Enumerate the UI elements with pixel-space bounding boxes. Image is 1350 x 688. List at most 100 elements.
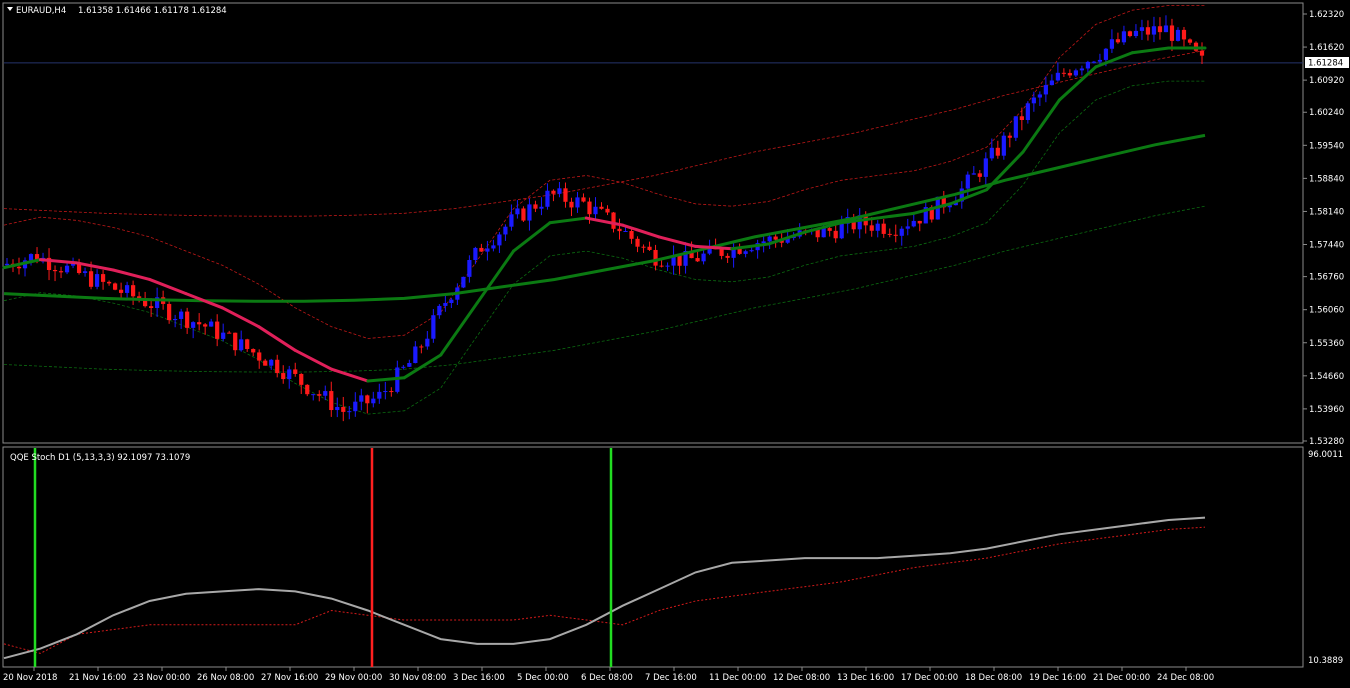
symbol-header[interactable]: EURAUD,H4 1.61358 1.61466 1.61178 1.6128…: [7, 6, 227, 16]
candle-body: [131, 285, 136, 297]
candle-body: [743, 251, 748, 254]
candle-body: [341, 407, 346, 412]
candle-body: [659, 265, 664, 267]
candle-body: [365, 395, 370, 404]
price-tick-label: 1.58840: [1309, 174, 1344, 184]
time-tick-label: 5 Dec 00:00: [517, 673, 569, 683]
candle-body: [839, 223, 844, 239]
candle-body: [527, 204, 532, 221]
candle-body: [1169, 25, 1175, 41]
price-tick-label: 1.54660: [1309, 372, 1344, 382]
candle-body: [257, 352, 262, 361]
time-tick-label: 23 Nov 00:00: [133, 673, 190, 683]
candle-body: [617, 228, 622, 232]
candle-body: [275, 359, 280, 374]
candle-body: [329, 391, 334, 411]
candle-body: [509, 214, 514, 227]
candle-body: [557, 188, 562, 194]
candle-body: [413, 346, 418, 364]
candle-body: [701, 253, 706, 262]
ohlc-label: 1.61358 1.61466 1.61178 1.61284: [78, 6, 227, 16]
candle-body: [677, 255, 682, 266]
candle-body: [293, 369, 298, 374]
candle-body: [1175, 29, 1181, 41]
time-tick-label: 24 Dec 08:00: [1157, 673, 1214, 683]
time-tick-label: 13 Dec 16:00: [837, 673, 894, 683]
candle-body: [371, 398, 376, 404]
candle-body: [725, 255, 730, 258]
candle-body: [82, 271, 88, 274]
candle-body: [1145, 27, 1151, 35]
candle-body: [1061, 72, 1066, 74]
candle-body: [1037, 94, 1042, 98]
candle-body: [419, 346, 424, 348]
candle-body: [539, 206, 544, 209]
candle-body: [1133, 30, 1139, 37]
candle-body: [611, 212, 616, 229]
price-tick-label: 1.56060: [1309, 306, 1344, 316]
candle-body: [251, 349, 256, 353]
candle-body: [311, 394, 316, 396]
candle-body: [233, 332, 238, 351]
candle-body: [209, 321, 214, 327]
price-tick-label: 1.56760: [1309, 273, 1344, 283]
candle-body: [299, 373, 304, 385]
candle-body: [599, 206, 604, 209]
candle-body: [4, 263, 10, 266]
candle-body: [917, 220, 922, 224]
candle-body: [629, 231, 634, 239]
candle-body: [587, 201, 592, 215]
candle-body: [521, 208, 526, 221]
price-tick-label: 1.61620: [1309, 43, 1344, 53]
candle-body: [821, 228, 826, 238]
candle-body: [269, 359, 274, 366]
candle-body: [28, 254, 34, 261]
candle-body: [407, 363, 412, 367]
candle-body: [173, 318, 178, 321]
candle-body: [575, 197, 580, 208]
candle-body: [215, 321, 220, 339]
candle-body: [767, 236, 772, 242]
time-tick-label: 19 Dec 16:00: [1029, 673, 1086, 683]
candle-body: [1163, 25, 1169, 33]
candle-body: [58, 271, 64, 273]
price-tick-label: 1.59540: [1309, 141, 1344, 151]
candle-body: [497, 234, 502, 246]
candle-body: [479, 247, 484, 252]
time-tick-label: 6 Dec 08:00: [581, 673, 633, 683]
candle-body: [569, 201, 574, 208]
candle-body: [347, 411, 352, 413]
candle-body: [965, 174, 970, 189]
candle-body: [197, 322, 202, 325]
candle-body: [167, 303, 172, 321]
candle-body: [1157, 26, 1163, 33]
candle-body: [1187, 39, 1193, 43]
candle-body: [551, 190, 556, 194]
candle-body: [647, 246, 652, 250]
candle-body: [911, 220, 916, 227]
candle-body: [425, 338, 430, 347]
price-tick-label: 1.58140: [1309, 207, 1344, 217]
candle-body: [893, 234, 898, 236]
candle-body: [995, 147, 1000, 156]
candle-body: [1073, 70, 1078, 76]
candle-body: [94, 274, 100, 287]
candle-body: [761, 241, 766, 244]
time-tick-label: 18 Dec 08:00: [965, 673, 1022, 683]
candle-body: [593, 206, 598, 215]
candle-body: [467, 260, 472, 277]
candle-body: [383, 391, 388, 393]
candle-body: [563, 188, 568, 202]
candle-body: [719, 249, 724, 256]
candle-body: [203, 324, 208, 327]
candle-body: [1067, 73, 1072, 76]
candle-body: [1019, 116, 1024, 121]
time-tick-label: 21 Nov 16:00: [69, 673, 126, 683]
candle-body: [221, 332, 226, 339]
candle-body: [1013, 116, 1018, 138]
candle-body: [773, 236, 778, 240]
candle-body: [431, 315, 436, 339]
chart-canvas[interactable]: 1.62320 1.61620 1.60920 1.60240 1.59540 1.588…: [0, 0, 1350, 688]
candle-body: [653, 249, 658, 266]
candle-body: [191, 322, 196, 328]
